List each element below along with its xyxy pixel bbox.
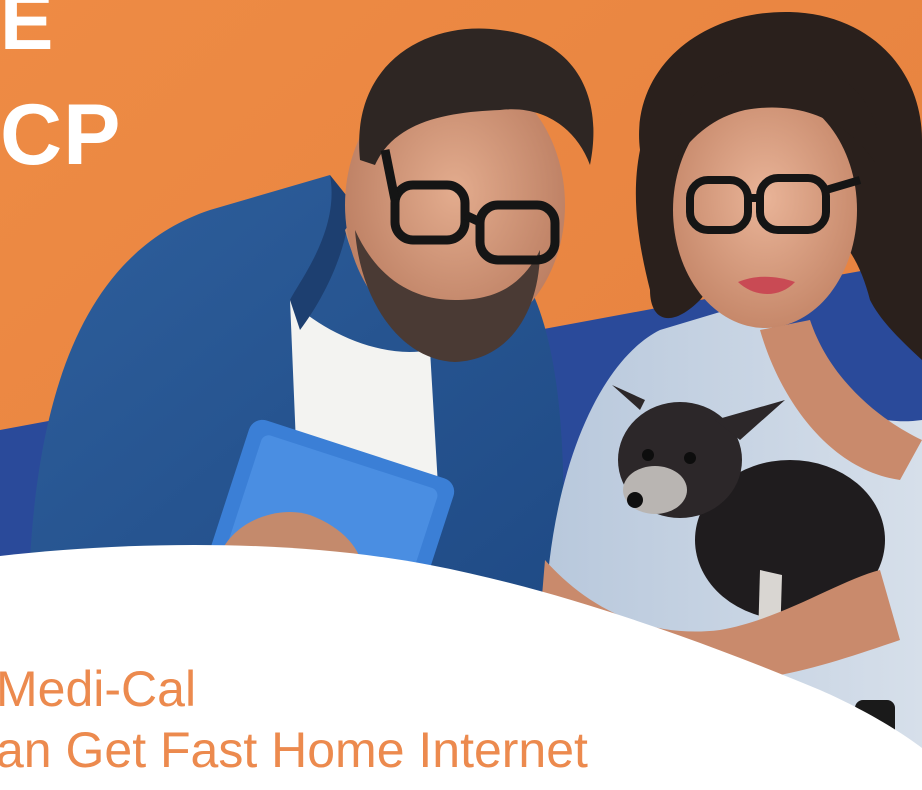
headline-line-1: E — [0, 0, 55, 66]
subheadline-line-2: an Get Fast Home Internet — [0, 722, 588, 778]
subheadline-line-1: Medi-Cal — [0, 661, 197, 717]
headline-line-2: CP — [0, 87, 122, 183]
